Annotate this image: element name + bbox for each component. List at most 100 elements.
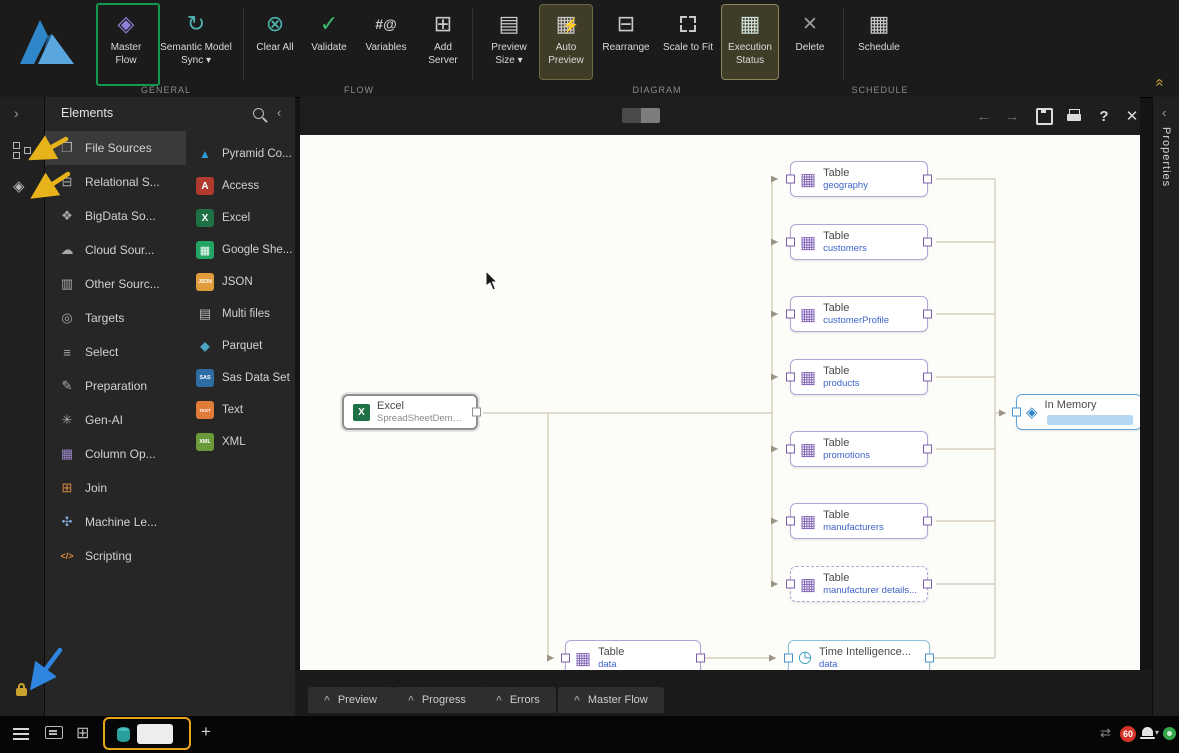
output-port[interactable] — [923, 445, 932, 454]
notification-badge[interactable]: 60 — [1120, 726, 1136, 742]
output-port[interactable] — [923, 238, 932, 247]
input-port[interactable] — [784, 654, 793, 663]
output-port[interactable] — [923, 310, 932, 319]
element-item-sas-data-set[interactable]: SASSas Data Set — [186, 362, 295, 394]
tab-errors[interactable]: ^Errors — [480, 687, 556, 713]
sidebar-item-column-operations[interactable]: ▦Column Op... — [45, 437, 186, 471]
element-item-parquet[interactable]: ◆Parquet — [186, 330, 295, 362]
input-port[interactable] — [786, 517, 795, 526]
undo-icon[interactable]: ← — [972, 104, 996, 128]
sidebar-item-select[interactable]: ≡Select — [45, 335, 186, 369]
output-port[interactable] — [923, 517, 932, 526]
sidebar-item-machine-learning[interactable]: ✣Machine Le... — [45, 505, 186, 539]
properties-panel-title[interactable]: Properties — [1160, 127, 1172, 187]
collapse-panel-icon[interactable]: ‹ — [277, 105, 281, 120]
ribbon-collapse-button[interactable]: « — [1152, 78, 1169, 86]
print-icon[interactable] — [1062, 104, 1086, 128]
close-icon[interactable]: ✕ — [1120, 104, 1144, 128]
sidebar-item-bigdata-sources[interactable]: ❖BigData So... — [45, 199, 186, 233]
output-port[interactable] — [923, 373, 932, 382]
sidebar-item-relational-sources[interactable]: ⊟Relational S... — [45, 165, 186, 199]
input-port[interactable] — [1012, 408, 1021, 417]
execution-status-button[interactable]: ▦ Execution Status — [722, 5, 778, 79]
input-port[interactable] — [786, 175, 795, 184]
auto-preview-button[interactable]: ▦⚡ Auto Preview — [540, 5, 592, 79]
preview-size-button[interactable]: ▤ Preview Size ▾ — [482, 5, 536, 79]
input-port[interactable] — [786, 310, 795, 319]
sidebar-item-join[interactable]: ⊞Join — [45, 471, 186, 505]
lock-icon[interactable] — [16, 688, 27, 696]
search-icon[interactable] — [253, 108, 264, 119]
expand-properties-icon[interactable]: ‹ — [1162, 105, 1166, 120]
node-table-customers[interactable]: ▦ Tablecustomers — [790, 224, 928, 260]
bell-caret-icon[interactable]: ▾ — [1155, 728, 1159, 737]
element-item-pyramid-content[interactable]: ▲Pyramid Co... — [186, 138, 295, 170]
master-flow-button[interactable]: ◈ Master Flow — [100, 5, 152, 79]
output-port[interactable] — [923, 175, 932, 184]
media-panel-icon[interactable] — [45, 726, 63, 739]
validate-button[interactable]: ✓ Validate — [304, 5, 354, 79]
redo-icon[interactable]: → — [1000, 104, 1024, 128]
node-in-memory[interactable]: ◈ In Memory — [1016, 394, 1140, 430]
connection-icon[interactable]: ⇄ — [1100, 725, 1111, 741]
output-port[interactable] — [472, 408, 481, 417]
tab-preview[interactable]: ^Preview — [308, 687, 393, 713]
save-icon[interactable] — [1032, 104, 1056, 128]
scale-to-fit-button[interactable]: Scale to Fit — [660, 5, 716, 79]
in-memory-name-field[interactable] — [1047, 415, 1133, 425]
output-port[interactable] — [923, 580, 932, 589]
schedule-button[interactable]: ▦ Schedule — [852, 5, 906, 79]
sidebar-item-preparation[interactable]: ✎Preparation — [45, 369, 186, 403]
grid-view-icon[interactable]: ⊞ — [76, 723, 89, 743]
input-port[interactable] — [786, 445, 795, 454]
output-port[interactable] — [696, 654, 705, 663]
clear-all-button[interactable]: ⊗ Clear All — [252, 5, 298, 79]
add-server-button[interactable]: ⊞ Add Server — [418, 5, 468, 79]
environment-tab[interactable] — [107, 720, 187, 748]
variables-button[interactable]: #@ Variables — [360, 5, 412, 79]
semantic-model-sync-button[interactable]: ↻ Semantic Model Sync ▾ — [158, 5, 234, 79]
input-port[interactable] — [561, 654, 570, 663]
element-item-text[interactable]: TEXTText — [186, 394, 295, 426]
sidebar-item-file-sources[interactable]: ❐File Sources — [45, 131, 186, 165]
node-table-data[interactable]: ▦ Tabledata — [565, 640, 701, 670]
element-item-multi-files[interactable]: ▤Multi files — [186, 298, 295, 330]
element-item-google-sheets[interactable]: ▦Google She... — [186, 234, 295, 266]
sidebar-item-cloud-sources[interactable]: ☁Cloud Sour... — [45, 233, 186, 267]
node-table-manufacturers[interactable]: ▦ Tablemanufacturers — [790, 503, 928, 539]
environment-selector[interactable] — [137, 724, 173, 744]
node-table-products[interactable]: ▦ Tableproducts — [790, 359, 928, 395]
sidebar-item-gen-ai[interactable]: ✳Gen-AI — [45, 403, 186, 437]
help-icon[interactable]: ? — [1092, 104, 1116, 128]
sidebar-item-targets[interactable]: ◎Targets — [45, 301, 186, 335]
delete-button[interactable]: ✕ Delete — [786, 5, 834, 79]
node-excel-source[interactable]: X ExcelSpreadSheetDemo_... — [342, 394, 478, 430]
online-status-icon[interactable] — [1163, 727, 1176, 740]
node-table-geography[interactable]: ▦ Tablegeography — [790, 161, 928, 197]
node-table-manufacturer-details[interactable]: ▦ Tablemanufacturer details... — [790, 566, 928, 602]
element-item-access[interactable]: AAccess — [186, 170, 295, 202]
sidebar-item-scripting[interactable]: </>Scripting — [45, 539, 186, 573]
node-time-intelligence[interactable]: ◷ Time Intelligence...data — [788, 640, 930, 670]
rearrange-button[interactable]: ⊟ Rearrange — [598, 5, 654, 79]
bell-icon[interactable] — [1142, 727, 1153, 736]
tab-master-flow[interactable]: ^Master Flow — [558, 687, 664, 713]
flow-canvas[interactable]: X ExcelSpreadSheetDemo_... ▦ Tablegeogra… — [300, 135, 1140, 670]
flow-view-icon[interactable] — [13, 141, 31, 159]
node-table-customerprofile[interactable]: ▦ TablecustomerProfile — [790, 296, 928, 332]
add-tab-button[interactable]: + — [201, 722, 211, 742]
menu-icon[interactable] — [13, 728, 29, 730]
element-item-xml[interactable]: XMLXML — [186, 426, 295, 458]
model-view-icon[interactable]: ◈ — [13, 177, 25, 195]
input-port[interactable] — [786, 238, 795, 247]
sidebar-item-other-sources[interactable]: ▥Other Sourc... — [45, 267, 186, 301]
input-port[interactable] — [786, 373, 795, 382]
canvas-minimap-indicator[interactable] — [622, 108, 660, 123]
element-item-excel[interactable]: XExcel — [186, 202, 295, 234]
tab-progress[interactable]: ^Progress — [392, 687, 482, 713]
element-item-json[interactable]: JSONJSON — [186, 266, 295, 298]
output-port[interactable] — [925, 654, 934, 663]
expand-panel-icon[interactable]: › — [14, 105, 19, 121]
node-table-promotions[interactable]: ▦ Tablepromotions — [790, 431, 928, 467]
input-port[interactable] — [786, 580, 795, 589]
